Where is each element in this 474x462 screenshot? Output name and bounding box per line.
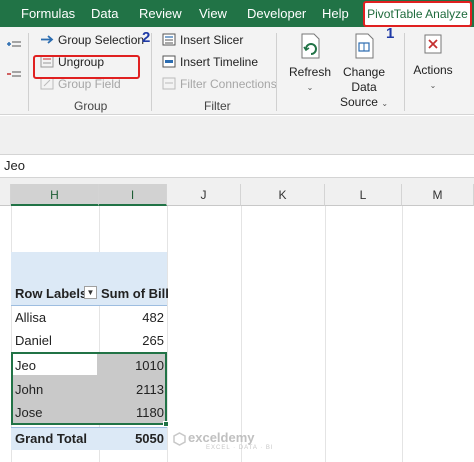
- timeline-icon: [162, 55, 176, 68]
- ribbon-separator: [276, 33, 277, 111]
- filter-connections-label: Filter Connections: [180, 77, 277, 91]
- row-labels-header[interactable]: Row Labels: [15, 283, 87, 305]
- pivot-row-label[interactable]: Jeo: [15, 355, 36, 377]
- chevron-down-icon: ⌄: [306, 83, 314, 92]
- tab-formulas[interactable]: Formulas: [21, 0, 75, 27]
- change-data-source-label-1: Change Data: [342, 65, 386, 94]
- column-header-i[interactable]: I: [99, 184, 167, 206]
- watermark-tagline: EXCEL · DATA · BI: [206, 445, 274, 451]
- ribbon-separator: [28, 33, 29, 111]
- grid-line: [241, 206, 242, 462]
- change-data-source-icon: [355, 33, 374, 59]
- row-labels-filter-dropdown[interactable]: ▼: [84, 286, 97, 299]
- pivot-row-value[interactable]: 265: [99, 330, 164, 352]
- refresh-button[interactable]: Refresh ⌄: [288, 31, 332, 95]
- exceldemy-logo-icon: [173, 432, 186, 446]
- ribbon: Group Selection Ungroup Group Field Grou…: [0, 27, 474, 115]
- group-selection-button[interactable]: Group Selection: [40, 30, 144, 50]
- insert-timeline-label: Insert Timeline: [180, 55, 259, 69]
- grand-total-label[interactable]: Grand Total: [15, 428, 87, 450]
- grand-total-value[interactable]: 5050: [99, 428, 164, 450]
- filter-connections-icon: [162, 77, 176, 90]
- pivot-row-value[interactable]: 2113: [99, 379, 164, 401]
- grid-line: [325, 206, 326, 462]
- expand-field-icon[interactable]: [6, 39, 22, 53]
- actions-icon: [424, 34, 442, 54]
- column-header-l[interactable]: L: [325, 184, 402, 206]
- row-header-corner[interactable]: [0, 184, 11, 206]
- group-section-label: Group: [74, 99, 108, 113]
- column-header-k[interactable]: K: [241, 184, 325, 206]
- formula-bar-value: Jeo: [4, 158, 25, 173]
- insert-slicer-label: Insert Slicer: [180, 33, 244, 47]
- group-selection-highlight: [33, 55, 140, 79]
- pivot-row-value[interactable]: 1180: [99, 402, 164, 424]
- change-data-source-button[interactable]: Change Data Source ⌄: [330, 31, 398, 111]
- change-data-source-label-2: Source ⌄: [339, 95, 389, 109]
- filter-connections-button[interactable]: Filter Connections: [162, 74, 277, 94]
- ribbon-gap: [0, 116, 474, 154]
- ribbon-tab-bar: Formulas Data Review View Developer Help…: [0, 0, 474, 27]
- actions-label: Actions: [413, 63, 453, 77]
- annotation-number-2: 2: [142, 29, 151, 46]
- formula-bar[interactable]: Jeo: [0, 154, 474, 178]
- group-selection-label: Group Selection: [58, 33, 145, 47]
- grid-line: [402, 206, 403, 462]
- watermark-name: exceldemy: [188, 430, 255, 445]
- tab-pivottable-analyze[interactable]: PivotTable Analyze: [363, 1, 472, 27]
- column-header-j[interactable]: J: [167, 184, 241, 206]
- pivot-row-label[interactable]: Allisa: [15, 307, 46, 329]
- chevron-down-icon: ⌄: [381, 99, 389, 108]
- insert-timeline-button[interactable]: Insert Timeline: [162, 52, 258, 72]
- pivot-row-label[interactable]: Jose: [15, 402, 42, 424]
- pivot-row-label[interactable]: Daniel: [15, 330, 52, 352]
- arrow-right-icon: [41, 35, 54, 44]
- filter-section-label: Filter: [204, 99, 231, 113]
- slicer-icon: [162, 33, 176, 46]
- insert-slicer-button[interactable]: Insert Slicer: [162, 30, 243, 50]
- pivot-row-label[interactable]: John: [15, 379, 43, 401]
- group-field-label: Group Field: [58, 77, 121, 91]
- column-header-h[interactable]: H: [11, 184, 99, 206]
- tab-developer[interactable]: Developer: [247, 0, 306, 27]
- tab-review[interactable]: Review: [139, 0, 182, 27]
- tab-view[interactable]: View: [199, 0, 227, 27]
- ribbon-separator: [151, 33, 152, 111]
- column-header-m[interactable]: M: [402, 184, 474, 206]
- actions-button[interactable]: Actions ⌄: [409, 31, 457, 93]
- annotation-number-1: 1: [386, 25, 395, 42]
- collapse-field-icon[interactable]: [6, 69, 22, 83]
- pivot-row-value[interactable]: 482: [99, 307, 164, 329]
- refresh-icon: [301, 33, 320, 59]
- tab-help[interactable]: Help: [322, 0, 349, 27]
- refresh-label: Refresh: [288, 65, 332, 79]
- sum-of-bill-header[interactable]: Sum of Bill: [101, 283, 169, 305]
- pivot-row-value[interactable]: 1010: [99, 355, 164, 377]
- chevron-down-icon: ⌄: [429, 81, 437, 90]
- tab-data[interactable]: Data: [91, 0, 118, 27]
- pivot-filter-area: [11, 252, 167, 282]
- ribbon-separator: [404, 33, 405, 111]
